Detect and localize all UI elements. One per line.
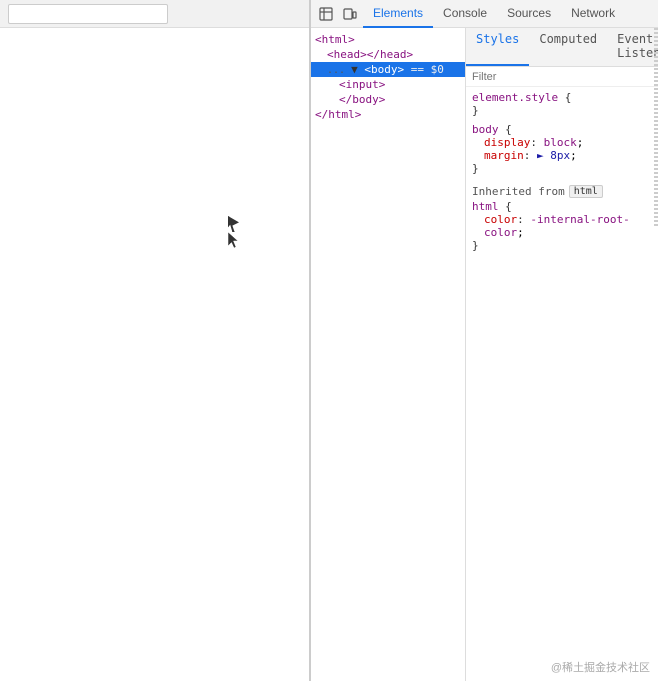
element-style-close: } [472,104,652,117]
filter-bar [466,67,658,87]
html-rule-close: } [472,239,652,252]
display-prop: display: block; [472,136,652,149]
html-close-line[interactable]: </html> [311,107,465,122]
scrollbar[interactable] [654,28,658,228]
inspect-icon[interactable] [315,3,337,25]
element-style-selector: element.style { [472,91,652,104]
input-line[interactable]: <input> [311,77,465,92]
color-prop: color: -internal-root-color; [472,213,652,239]
body-close-line[interactable]: </body> [311,92,465,107]
subtab-event-listeners[interactable]: Event Listeners [607,28,658,66]
browser-page [0,0,310,681]
body-line[interactable]: ... ▼ <body> == $0 [311,62,465,77]
styles-subtabs: Styles Computed Event Listeners [466,28,658,67]
inherited-badge: html [569,185,603,198]
html-rule: html { color: -internal-root-color; } [472,200,652,252]
tab-console[interactable]: Console [433,0,497,28]
inherited-from: Inherited from html [472,181,652,200]
device-toggle-icon[interactable] [339,3,361,25]
element-style-rule: element.style { } [472,91,652,117]
filter-input[interactable] [472,71,652,83]
body-rule: body { display: block; margin: ► 8px; } [472,123,652,175]
devtools-tabs: Elements Console Sources Network [363,0,654,28]
body-rule-close: } [472,162,652,175]
subtab-computed[interactable]: Computed [529,28,607,66]
styles-content[interactable]: element.style { } body { display: block; [466,87,658,681]
tab-sources[interactable]: Sources [497,0,561,28]
tab-network[interactable]: Network [561,0,625,28]
html-selector: html { [472,200,652,213]
devtools-body: <html> <head></head> ... ▼ <body> == $0 … [311,28,658,681]
html-open-line[interactable]: <html> [311,32,465,47]
styles-panel: Styles Computed Event Listeners element.… [466,28,658,681]
page-content [0,28,309,681]
devtools-panel: Elements Console Sources Network <html> … [310,0,658,681]
margin-prop: margin: ► 8px; [472,149,652,162]
devtools-toolbar: Elements Console Sources Network [311,0,658,28]
elements-panel[interactable]: <html> <head></head> ... ▼ <body> == $0 … [311,28,466,681]
body-selector: body { [472,123,652,136]
address-bar[interactable] [8,4,168,24]
watermark: @稀土掘金技术社区 [551,659,650,675]
tab-elements[interactable]: Elements [363,0,433,28]
browser-toolbar [0,0,309,28]
inherited-from-label: Inherited from [472,185,565,198]
subtab-styles[interactable]: Styles [466,28,529,66]
head-line[interactable]: <head></head> [311,47,465,62]
